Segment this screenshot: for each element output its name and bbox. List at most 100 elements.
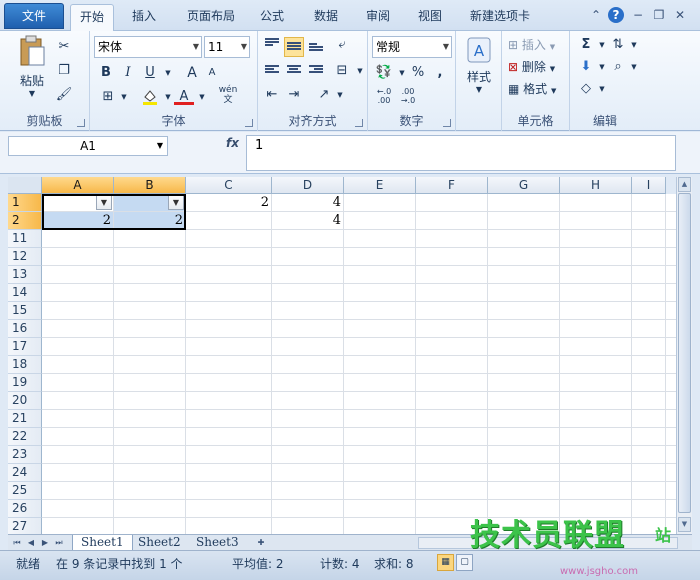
worksheet-grid[interactable]: 24224 ▼ ▼ <box>42 194 676 534</box>
row-header-16[interactable]: 16 <box>8 320 42 338</box>
prev-sheet-icon[interactable]: ◀ <box>24 536 38 550</box>
name-box[interactable]: A1 ▼ <box>8 136 168 156</box>
copy-icon[interactable]: ❐ <box>54 61 74 81</box>
row-header-17[interactable]: 17 <box>8 338 42 356</box>
row-header-15[interactable]: 15 <box>8 302 42 320</box>
align-left-icon[interactable] <box>262 61 282 81</box>
row-header-11[interactable]: 11 <box>8 230 42 248</box>
row-header-22[interactable]: 22 <box>8 428 42 446</box>
cell-d1[interactable]: 4 <box>272 194 344 212</box>
column-header-h[interactable]: H <box>560 177 632 194</box>
column-header-a[interactable]: A <box>42 177 114 194</box>
increase-decimal-button[interactable]: ←.0 .00 <box>374 87 394 107</box>
delete-cells-button[interactable]: ⊠ 删除 ▼ <box>508 57 555 77</box>
find-dropdown-icon[interactable]: ▼ <box>624 57 644 77</box>
formula-input[interactable]: 1 <box>246 135 676 171</box>
decrease-decimal-button[interactable]: .00 →.0 <box>398 87 418 107</box>
italic-button[interactable]: I <box>118 63 138 83</box>
column-header-i[interactable]: I <box>632 177 666 194</box>
wrap-text-icon[interactable]: ⤶ <box>332 35 352 55</box>
row-header-12[interactable]: 12 <box>8 248 42 266</box>
minimize-icon[interactable]: − <box>630 7 646 23</box>
insert-function-icon[interactable]: fx <box>226 136 239 150</box>
format-cells-button[interactable]: ▦ 格式 ▼ <box>508 79 556 99</box>
border-dropdown-icon[interactable]: ▼ <box>114 87 134 107</box>
font-size-select[interactable]: 11 ▼ <box>204 36 250 58</box>
font-launcher-icon[interactable] <box>245 119 253 127</box>
new-sheet-icon[interactable]: ✚ <box>252 536 270 550</box>
row-header-14[interactable]: 14 <box>8 284 42 302</box>
tab-review[interactable]: 审阅 <box>358 4 398 31</box>
row-header-13[interactable]: 13 <box>8 266 42 284</box>
sheet-tab-1[interactable]: Sheet1 <box>72 535 133 551</box>
cell-c1[interactable]: 2 <box>186 194 272 212</box>
column-header-e[interactable]: E <box>344 177 416 194</box>
ribbon-collapse-icon[interactable]: ⌃ <box>588 7 604 23</box>
number-launcher-icon[interactable] <box>443 119 451 127</box>
vertical-scrollbar[interactable]: ▲ ▼ <box>676 177 692 534</box>
tab-insert[interactable]: 插入 <box>124 4 164 31</box>
column-header-b[interactable]: B <box>114 177 186 194</box>
format-painter-icon[interactable]: 🖌 <box>54 85 74 105</box>
row-header-1[interactable]: 1 <box>8 194 42 212</box>
sheet-tab-3[interactable]: Sheet3 <box>188 535 247 551</box>
close-icon[interactable]: ✕ <box>672 7 688 23</box>
cell-d2[interactable]: 4 <box>272 212 344 230</box>
column-header-f[interactable]: F <box>416 177 488 194</box>
percent-button[interactable]: % <box>408 63 428 83</box>
align-middle-icon[interactable] <box>284 37 304 57</box>
styles-button[interactable]: A 样式 ▼ <box>460 35 498 94</box>
row-header-21[interactable]: 21 <box>8 410 42 428</box>
underline-button[interactable]: U <box>140 63 160 83</box>
next-sheet-icon[interactable]: ▶ <box>38 536 52 550</box>
align-right-icon[interactable] <box>306 61 326 81</box>
align-top-icon[interactable] <box>262 35 282 55</box>
scroll-down-icon[interactable]: ▼ <box>678 517 691 532</box>
merge-dropdown-icon[interactable]: ▼ <box>350 61 370 81</box>
tab-new[interactable]: 新建选项卡 <box>462 4 538 31</box>
row-header-25[interactable]: 25 <box>8 482 42 500</box>
align-center-icon[interactable] <box>284 61 304 81</box>
tab-formulas[interactable]: 公式 <box>252 4 292 31</box>
alignment-launcher-icon[interactable] <box>355 119 363 127</box>
comma-button[interactable]: , <box>430 63 450 83</box>
restore-icon[interactable]: ❐ <box>651 7 667 23</box>
help-icon[interactable]: ? <box>608 7 624 23</box>
increase-indent-icon[interactable]: ⇥ <box>284 85 304 105</box>
page-layout-view-button[interactable]: ▢ <box>456 554 473 571</box>
decrease-indent-icon[interactable]: ⇤ <box>262 85 282 105</box>
row-header-26[interactable]: 26 <box>8 500 42 518</box>
tab-data[interactable]: 数据 <box>306 4 346 31</box>
first-sheet-icon[interactable]: ⏮ <box>10 536 24 550</box>
normal-view-button[interactable]: ▦ <box>437 554 454 571</box>
clipboard-launcher-icon[interactable] <box>77 119 85 127</box>
column-header-d[interactable]: D <box>272 177 344 194</box>
insert-cells-button[interactable]: ⊞ 插入 ▼ <box>508 35 555 55</box>
orientation-dropdown-icon[interactable]: ▼ <box>330 85 350 105</box>
merge-cells-icon[interactable]: ⊟ <box>332 61 352 81</box>
tab-view[interactable]: 视图 <box>410 4 450 31</box>
select-all-corner[interactable] <box>8 177 42 194</box>
number-format-select[interactable]: 常规 ▼ <box>372 36 452 58</box>
cut-icon[interactable]: ✂ <box>54 37 74 57</box>
row-header-20[interactable]: 20 <box>8 392 42 410</box>
shrink-font-button[interactable]: A <box>202 63 222 83</box>
sort-dropdown-icon[interactable]: ▼ <box>624 35 644 55</box>
scroll-up-icon[interactable]: ▲ <box>678 177 691 192</box>
clear-dropdown-icon[interactable]: ▼ <box>592 79 612 99</box>
bold-button[interactable]: B <box>96 63 116 83</box>
font-color-button[interactable]: A <box>174 87 194 105</box>
tab-home[interactable]: 开始 <box>70 4 114 31</box>
last-sheet-icon[interactable]: ⏭ <box>52 536 66 550</box>
sheet-tab-2[interactable]: Sheet2 <box>130 535 189 551</box>
tab-file[interactable]: 文件 <box>4 3 64 29</box>
font-color-dropdown-icon[interactable]: ▼ <box>192 87 212 107</box>
paste-dropdown-icon[interactable]: ▼ <box>14 89 50 98</box>
row-header-19[interactable]: 19 <box>8 374 42 392</box>
column-header-g[interactable]: G <box>488 177 560 194</box>
underline-dropdown-icon[interactable]: ▼ <box>158 63 178 83</box>
fill-color-icon[interactable] <box>140 87 160 107</box>
row-header-24[interactable]: 24 <box>8 464 42 482</box>
column-header-c[interactable]: C <box>186 177 272 194</box>
phonetic-icon[interactable]: wén 文 <box>218 85 238 105</box>
